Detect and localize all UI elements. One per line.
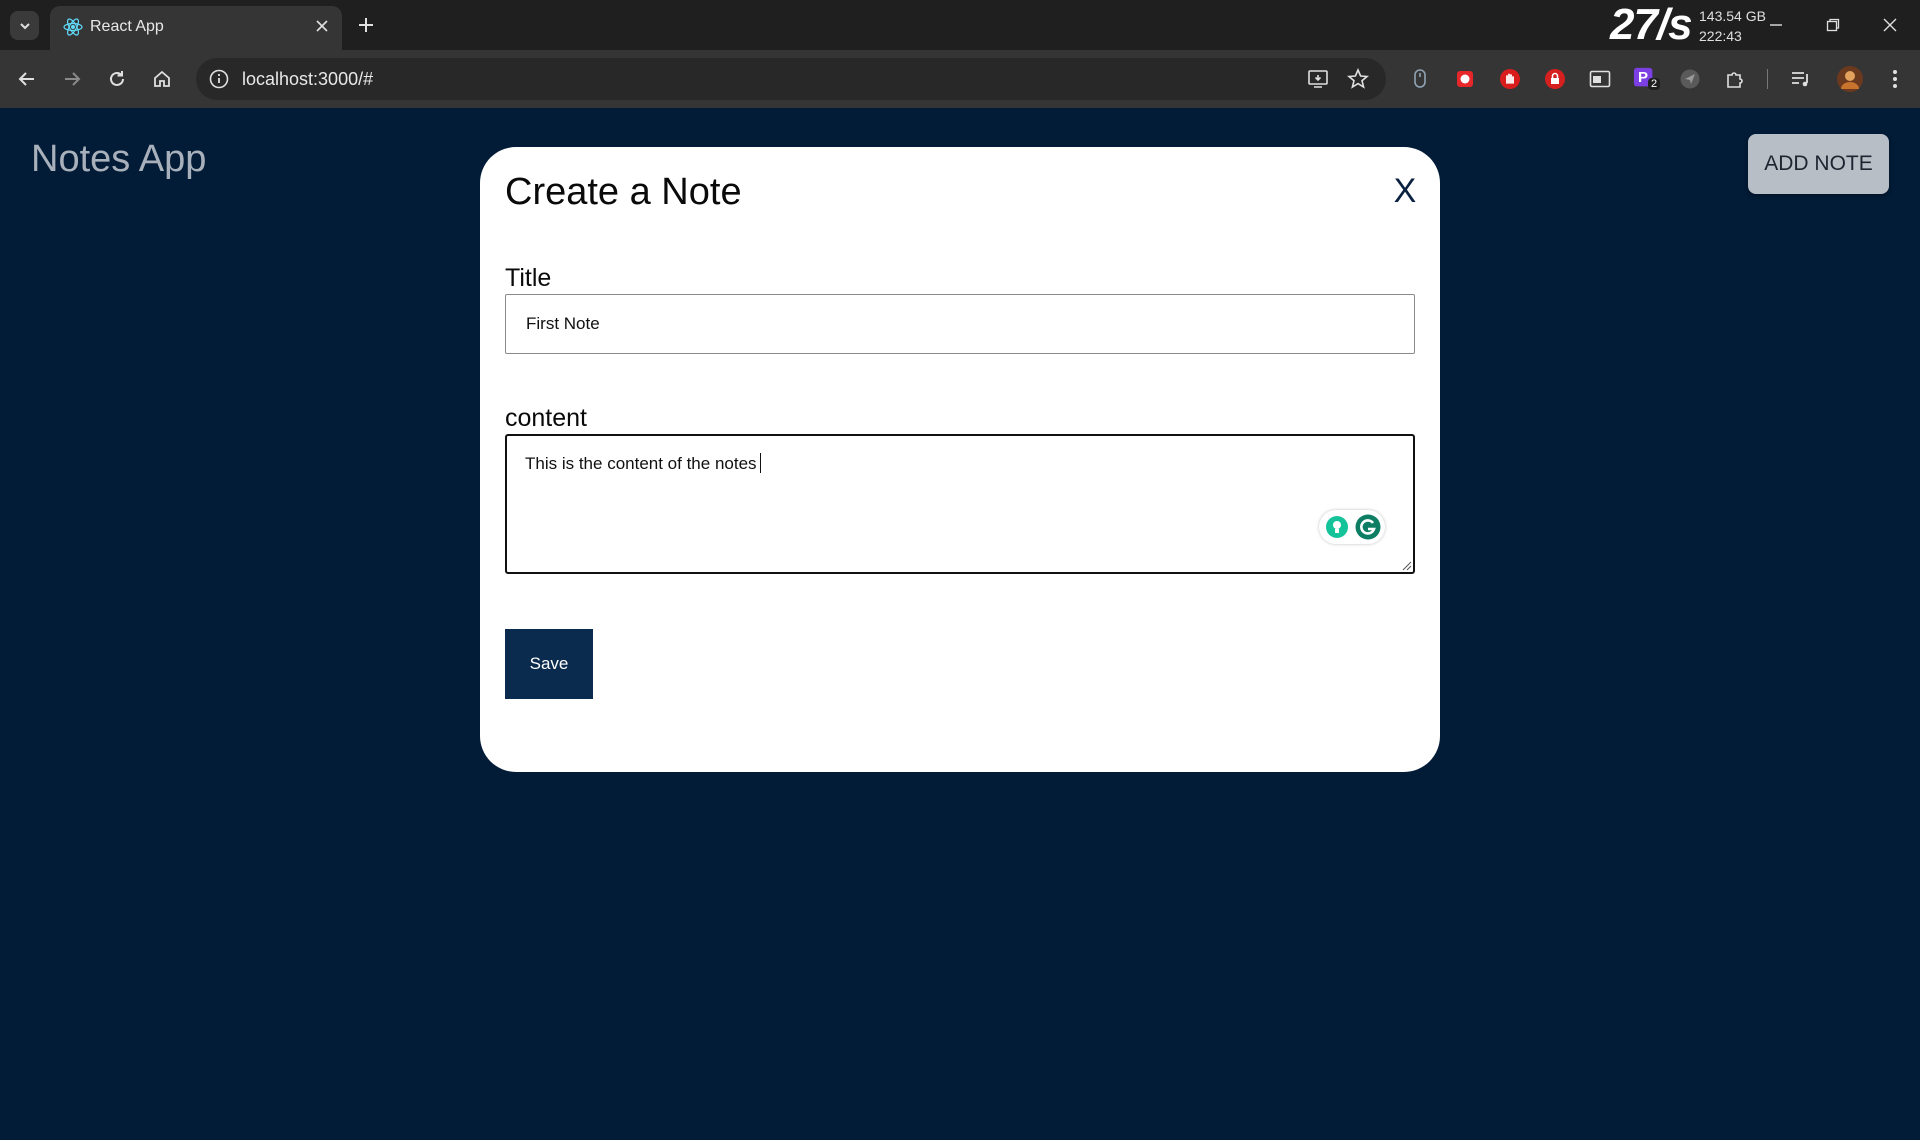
speed-overlay: 27/s bbox=[1610, 0, 1693, 49]
url-text: localhost:3000/# bbox=[242, 69, 374, 89]
window-icon bbox=[1589, 70, 1611, 88]
create-note-modal: Create a Note X Title content This is th… bbox=[480, 147, 1440, 772]
home-icon bbox=[154, 70, 170, 87]
extension-p[interactable]: P 2 bbox=[1633, 67, 1661, 91]
tab-title: React App bbox=[90, 18, 164, 35]
install-icon bbox=[1308, 70, 1328, 88]
extension-lock[interactable] bbox=[1543, 67, 1567, 91]
minimize-icon bbox=[1770, 24, 1782, 26]
profile-avatar[interactable] bbox=[1836, 65, 1864, 93]
playlist-icon bbox=[1792, 72, 1808, 87]
save-button[interactable]: Save bbox=[505, 629, 593, 699]
tab-search-button[interactable] bbox=[10, 11, 39, 40]
restore-icon bbox=[1826, 18, 1840, 32]
browser-menu-button[interactable] bbox=[1883, 67, 1907, 91]
extension-record[interactable] bbox=[1453, 67, 1477, 91]
clock-text: 222:43 bbox=[1699, 28, 1742, 44]
react-logo-icon bbox=[63, 18, 83, 36]
forward-button[interactable] bbox=[56, 63, 88, 95]
arrow-left-icon bbox=[18, 72, 34, 86]
puzzle-icon bbox=[1727, 72, 1743, 88]
content-value: This is the content of the notes bbox=[525, 454, 757, 473]
hand-icon bbox=[1500, 69, 1520, 89]
back-button[interactable] bbox=[11, 63, 43, 95]
more-vertical-icon bbox=[1893, 70, 1897, 88]
arrow-right-icon bbox=[65, 72, 81, 86]
modal-close-button[interactable]: X bbox=[1390, 171, 1420, 211]
tab-close-button[interactable] bbox=[312, 16, 332, 36]
modal-title: Create a Note bbox=[505, 171, 742, 213]
extension-hand[interactable] bbox=[1498, 67, 1522, 91]
add-note-button[interactable]: ADD NOTE bbox=[1748, 134, 1889, 194]
close-icon bbox=[1883, 18, 1897, 32]
lightbulb-icon[interactable] bbox=[1325, 515, 1349, 539]
plus-icon bbox=[359, 18, 373, 32]
text-caret bbox=[759, 453, 761, 473]
close-icon bbox=[316, 20, 328, 32]
content-label: content bbox=[505, 404, 588, 432]
install-app-button[interactable] bbox=[1306, 67, 1330, 91]
title-input[interactable] bbox=[505, 294, 1415, 354]
disk-free-text: 143.54 GB bbox=[1699, 8, 1766, 24]
browser-tab-active[interactable]: React App bbox=[50, 6, 342, 50]
reload-button[interactable] bbox=[101, 63, 133, 95]
content-textarea[interactable]: This is the content of the notes bbox=[505, 434, 1415, 574]
info-icon[interactable] bbox=[208, 68, 230, 90]
media-controls-button[interactable] bbox=[1789, 67, 1813, 91]
home-button[interactable] bbox=[146, 63, 178, 95]
mouse-icon bbox=[1414, 69, 1426, 88]
bookmark-button[interactable] bbox=[1346, 67, 1370, 91]
extension-window[interactable] bbox=[1588, 67, 1612, 91]
system-info: 143.54 GB 222:43 bbox=[1699, 6, 1766, 46]
restore-button[interactable] bbox=[1819, 12, 1847, 38]
chevron-down-icon bbox=[19, 22, 30, 29]
extension-letter: P bbox=[1638, 69, 1649, 86]
title-label: Title bbox=[505, 264, 552, 292]
star-icon bbox=[1347, 68, 1369, 89]
content-text: This is the content of the notes bbox=[525, 453, 761, 474]
browser-tab-strip: React App 27/s 143.54 GB 222:43 bbox=[0, 0, 1920, 50]
grammarly-widget[interactable] bbox=[1319, 510, 1385, 544]
avatar-icon bbox=[1837, 66, 1863, 92]
address-bar[interactable]: localhost:3000/# bbox=[196, 58, 1386, 100]
resize-grip-icon[interactable] bbox=[1400, 559, 1412, 571]
app-title: Notes App bbox=[31, 138, 207, 180]
browser-toolbar: localhost:3000/# P 2 bbox=[0, 50, 1920, 108]
reload-icon bbox=[110, 71, 124, 86]
new-tab-button[interactable] bbox=[353, 12, 379, 38]
extension-mouse[interactable] bbox=[1408, 67, 1432, 91]
grammarly-icon[interactable] bbox=[1355, 514, 1381, 540]
minimize-button[interactable] bbox=[1762, 12, 1790, 38]
record-icon bbox=[1457, 71, 1473, 87]
extension-send[interactable] bbox=[1678, 67, 1702, 91]
lock-icon bbox=[1545, 69, 1565, 89]
close-window-button[interactable] bbox=[1876, 12, 1904, 38]
extension-badge: 2 bbox=[1648, 78, 1661, 90]
send-icon bbox=[1680, 69, 1700, 89]
extensions-menu-button[interactable] bbox=[1723, 67, 1747, 91]
toolbar-divider bbox=[1767, 69, 1768, 89]
